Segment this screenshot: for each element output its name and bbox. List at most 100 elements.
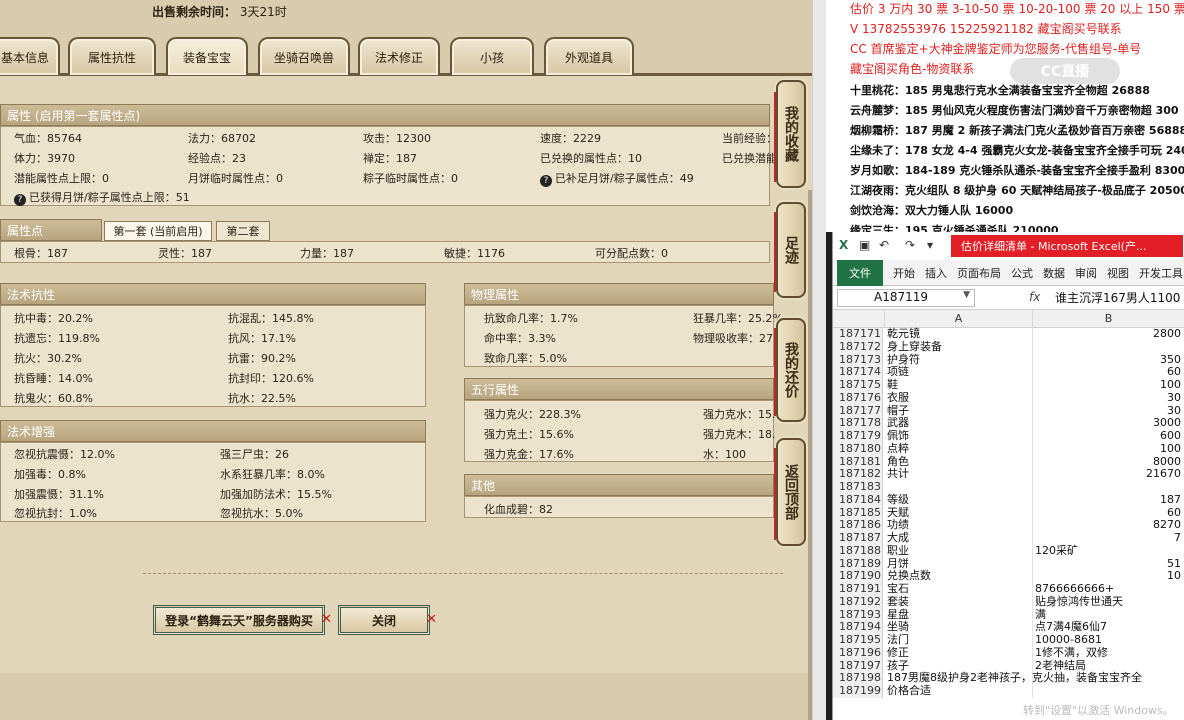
cell-a[interactable]: 点粹 xyxy=(885,442,1033,456)
cell-b[interactable]: 30 xyxy=(1033,391,1184,405)
excel-logo-icon: X xyxy=(839,238,849,252)
cell-b[interactable]: 187 xyxy=(1033,493,1184,507)
tab-mounts-pets[interactable]: 坐骑召唤兽 xyxy=(258,37,350,75)
cell-b[interactable]: 7 xyxy=(1033,531,1184,545)
row-number[interactable]: 187195 xyxy=(833,633,883,647)
fx-icon[interactable]: fx xyxy=(1029,290,1040,304)
cell-a[interactable]: 大成 xyxy=(885,531,1033,545)
cell-a[interactable]: 职业 xyxy=(885,544,1033,558)
redo-icon[interactable]: ↷ xyxy=(905,238,915,252)
tab-home[interactable]: 开始 xyxy=(893,260,915,286)
cell-a[interactable]: 共计 xyxy=(885,467,1033,481)
cell-a[interactable]: 等级 xyxy=(885,493,1033,507)
doc-line: 藏宝阁买角色-物资联系 xyxy=(850,62,975,76)
undo-icon[interactable]: ↶ xyxy=(879,238,889,252)
cell-a[interactable] xyxy=(885,481,1033,494)
column-header-a[interactable]: A xyxy=(885,310,1033,328)
my-counteroffer-button[interactable]: 我的还价 xyxy=(774,318,806,422)
cell-a[interactable]: 佩饰 xyxy=(885,429,1033,443)
tab-insert[interactable]: 插入 xyxy=(925,260,947,286)
footprint-button[interactable]: 足迹 xyxy=(774,202,806,298)
tab-equipment[interactable]: 装备宝宝 xyxy=(166,37,248,75)
cell-b[interactable]: 100 xyxy=(1033,442,1184,456)
doc-line: 估价 3 万内 30 票 3-10-50 票 10-20-100 票 20 以上… xyxy=(850,2,1184,16)
tab-basic-info[interactable]: 基本信息 xyxy=(0,37,60,75)
row-number[interactable]: 187172 xyxy=(833,340,883,354)
back-to-top-button[interactable]: 返回顶部 xyxy=(774,438,806,546)
attr-header: 属性 (启用第一套属性点) xyxy=(0,104,770,126)
row-number[interactable]: 187176 xyxy=(833,391,883,405)
cell-b[interactable]: 51 xyxy=(1033,557,1184,571)
resist-item: 抗鬼火：60.8% xyxy=(14,392,93,405)
tab-review[interactable]: 审阅 xyxy=(1075,260,1097,286)
cell-b[interactable]: 1修不满，双修 xyxy=(1033,646,1184,660)
formula-input[interactable]: 谁主沉浮167男人1100 xyxy=(1055,289,1184,307)
cell-a[interactable]: 法门 xyxy=(885,633,1033,647)
close-button[interactable]: 关闭 ✕ xyxy=(338,605,437,635)
tab-page-layout[interactable]: 页面布局 xyxy=(957,260,1001,286)
row-number[interactable]: 187175 xyxy=(833,378,883,392)
row-number[interactable]: 187199 xyxy=(833,684,883,698)
row-number[interactable]: 187188 xyxy=(833,544,883,558)
row-number[interactable]: 187192 xyxy=(833,595,883,609)
row-number[interactable]: 187171 xyxy=(833,327,883,341)
cell-a[interactable]: 套装 xyxy=(885,595,1033,609)
tab-view[interactable]: 视图 xyxy=(1107,260,1129,286)
cell-a[interactable]: 身上穿装备 xyxy=(885,340,1033,354)
row-number[interactable]: 187180 xyxy=(833,442,883,456)
resist-item: 抗风：17.1% xyxy=(228,332,296,345)
tab-appearance[interactable]: 外观道具 xyxy=(544,37,634,75)
cell-b[interactable]: 2800 xyxy=(1033,327,1184,341)
row-number[interactable]: 187191 xyxy=(833,582,883,596)
cell-b[interactable] xyxy=(1033,685,1184,698)
row-number[interactable]: 187179 xyxy=(833,429,883,443)
save-icon[interactable]: ▣ xyxy=(859,238,870,252)
login-purchase-button[interactable]: 登录“鹤舞云天”服务器购买 ✕ xyxy=(153,605,332,635)
cell-b[interactable] xyxy=(1033,672,1184,685)
row-number[interactable]: 187183 xyxy=(833,480,883,494)
cell-b[interactable]: 10000-8681 xyxy=(1033,633,1184,647)
select-all-corner[interactable] xyxy=(833,310,885,328)
tab-file[interactable]: 文件 xyxy=(837,260,883,286)
doc-line: 尘缘未了：178 女龙 4-4 强霸克火女龙-装备宝宝齐全接手可玩 240 xyxy=(850,144,1184,157)
cell-a[interactable]: 修正 xyxy=(885,646,1033,660)
cell-b[interactable]: 贴身惊鸿传世通天 xyxy=(1033,595,1184,609)
cell-a[interactable]: 宝石 xyxy=(885,582,1033,596)
my-favorites-button[interactable]: 我的收藏 xyxy=(774,80,806,188)
question-icon[interactable]: ? xyxy=(14,194,26,206)
name-box[interactable]: A187119 ▼ xyxy=(837,289,975,307)
row-number[interactable]: 187196 xyxy=(833,646,883,660)
tab-first-set[interactable]: 第一套 (当前启用) xyxy=(104,221,212,241)
customize-qat-icon[interactable]: ▾ xyxy=(927,238,933,252)
tab-developer[interactable]: 开发工具 xyxy=(1139,260,1183,286)
column-header-b[interactable]: B xyxy=(1033,310,1184,328)
cell-b[interactable]: 21670 xyxy=(1033,467,1184,481)
cell-a[interactable]: 衣服 xyxy=(885,391,1033,405)
tab-children[interactable]: 小孩 xyxy=(450,37,534,75)
attr-zongzi: 粽子临时属性点：0 xyxy=(363,172,458,185)
cell-b[interactable]: 350 xyxy=(1033,353,1184,367)
tab-attributes[interactable]: 属性抗性 xyxy=(68,37,156,75)
chevron-down-icon[interactable]: ▼ xyxy=(963,290,970,300)
cell-b[interactable]: 600 xyxy=(1033,429,1184,443)
cell-a[interactable]: 乾元镜 xyxy=(885,327,1033,341)
tab-formulas[interactable]: 公式 xyxy=(1011,260,1033,286)
cell-b[interactable]: 8270 xyxy=(1033,518,1184,532)
cell-b[interactable] xyxy=(1033,341,1184,354)
tab-data[interactable]: 数据 xyxy=(1043,260,1065,286)
cell-a[interactable]: 鞋 xyxy=(885,378,1033,392)
tab-second-set[interactable]: 第二套 xyxy=(216,221,270,241)
row-number[interactable]: 187187 xyxy=(833,531,883,545)
table-row: 187187 大成 7 xyxy=(833,531,1184,545)
cell-a[interactable]: 价格合适 xyxy=(885,684,1033,698)
cell-b[interactable]: 100 xyxy=(1033,378,1184,392)
question-icon[interactable]: ? xyxy=(540,175,552,187)
row-number[interactable]: 187184 xyxy=(833,493,883,507)
cell-a[interactable]: 项链 xyxy=(885,365,1033,379)
cell-b[interactable] xyxy=(1033,481,1184,494)
tab-spell-correction[interactable]: 法术修正 xyxy=(358,37,440,75)
cell-b[interactable]: 8766666666+ xyxy=(1033,582,1184,596)
close-icon: ✕ xyxy=(321,612,332,627)
ribbon: 文件 开始 插入 页面布局 公式 数据 审阅 视图 开发工具 xyxy=(833,260,1184,286)
cell-b[interactable]: 120采矿 xyxy=(1033,544,1184,558)
